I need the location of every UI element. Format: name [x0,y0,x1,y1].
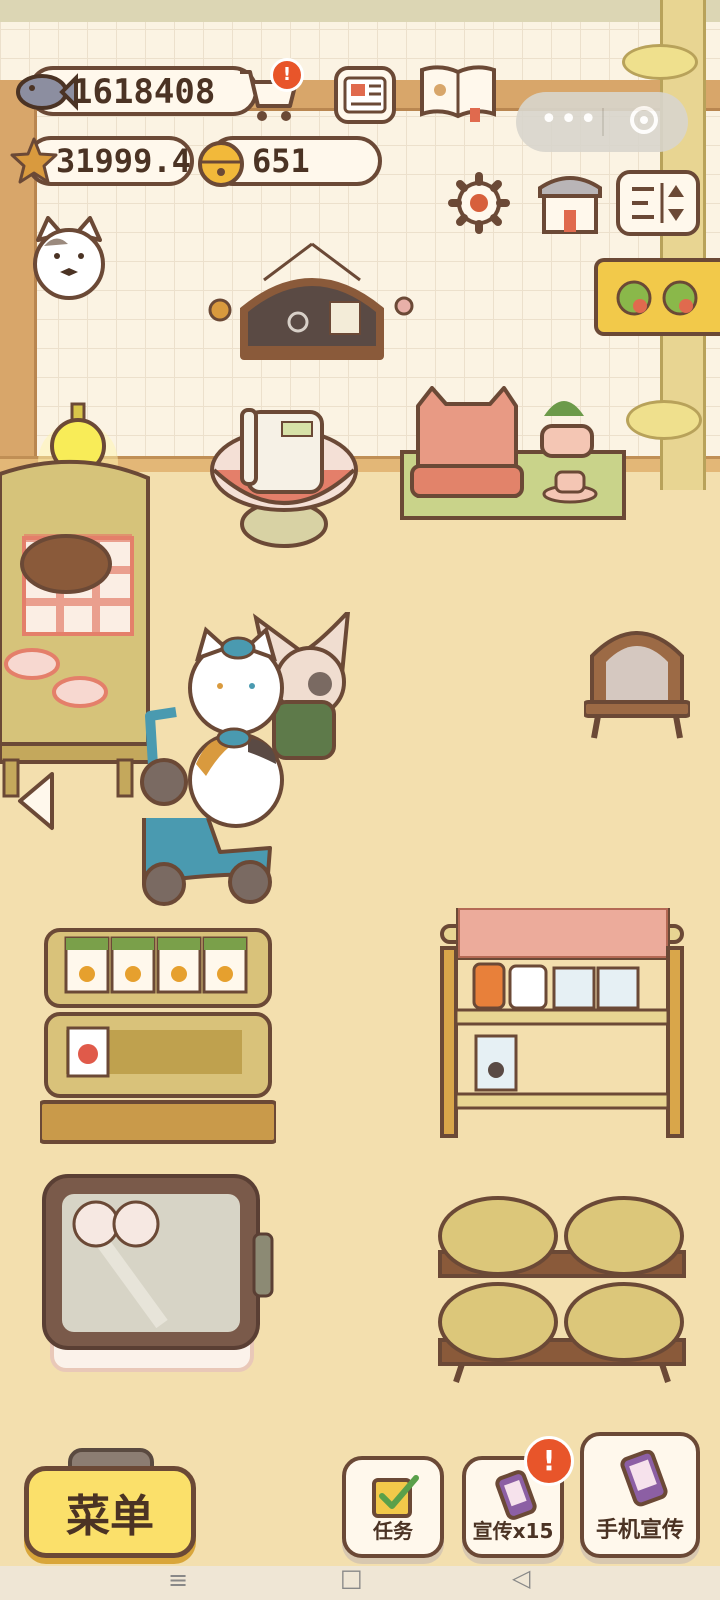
newspaper-icon [343,76,387,114]
freezer[interactable] [42,1174,274,1376]
system-navbar: ≡ □ ◁ [0,1564,720,1600]
bell-count: 651 [252,142,310,180]
armchair[interactable] [398,386,630,526]
star-icon [10,137,58,184]
cart-alert-badge: ! [270,58,304,92]
shop-icon [538,176,602,234]
status-bar-band [0,0,720,22]
promo-alert-badge: ! [524,1436,574,1486]
cat-tree-platform [622,44,698,80]
cat-chair[interactable] [584,616,690,740]
back-icon[interactable]: ◁ [512,1564,530,1592]
close-target-icon[interactable] [630,106,658,134]
fish-count: 1618408 [72,72,216,112]
recipe-book-button[interactable] [418,62,498,124]
sort-icon [632,183,684,223]
parrot-icon [616,280,698,316]
phone-promo-label: 手机宣传 [595,1518,684,1543]
star-count: 31999.4 [56,142,191,180]
phone-promo-button[interactable]: 手机宣传 [580,1432,700,1558]
more-icon[interactable]: ••• [540,102,599,137]
shop-button[interactable] [534,170,606,236]
milk-shelf[interactable] [428,908,696,1148]
cat-avatar-icon[interactable] [28,216,110,302]
bread-baskets[interactable] [436,1190,688,1386]
event-banner[interactable] [594,258,720,336]
tasks-label: 任务 [373,1519,413,1543]
menu-label: 菜单 [66,1491,154,1542]
promo-label: 宣传x15 [472,1519,554,1543]
cats-on-scooter[interactable] [136,612,362,912]
miniprogram-capsule[interactable]: ••• [516,92,688,152]
sort-button[interactable] [616,170,700,236]
recipe-book-icon [420,65,496,122]
chalkboard-icon [208,242,414,360]
left-arrow-icon[interactable] [14,770,58,832]
wooden-counter[interactable] [0,454,152,804]
recent-apps-icon[interactable]: ≡ [168,1566,188,1594]
bell-icon [198,141,244,187]
check-icon [372,1475,419,1518]
tasks-button[interactable]: 任务 [342,1456,444,1558]
newspaper-button[interactable] [334,66,396,124]
cat-tree-platform [626,400,702,440]
home-icon[interactable]: □ [340,1564,363,1592]
phone-promo-icon [620,1450,668,1507]
telephone-table[interactable] [206,406,362,556]
canned-food-basket[interactable] [40,918,276,1148]
settings-gear-icon[interactable] [448,172,510,234]
fish-icon [16,73,78,111]
menu-button[interactable]: 菜单 [24,1466,196,1558]
